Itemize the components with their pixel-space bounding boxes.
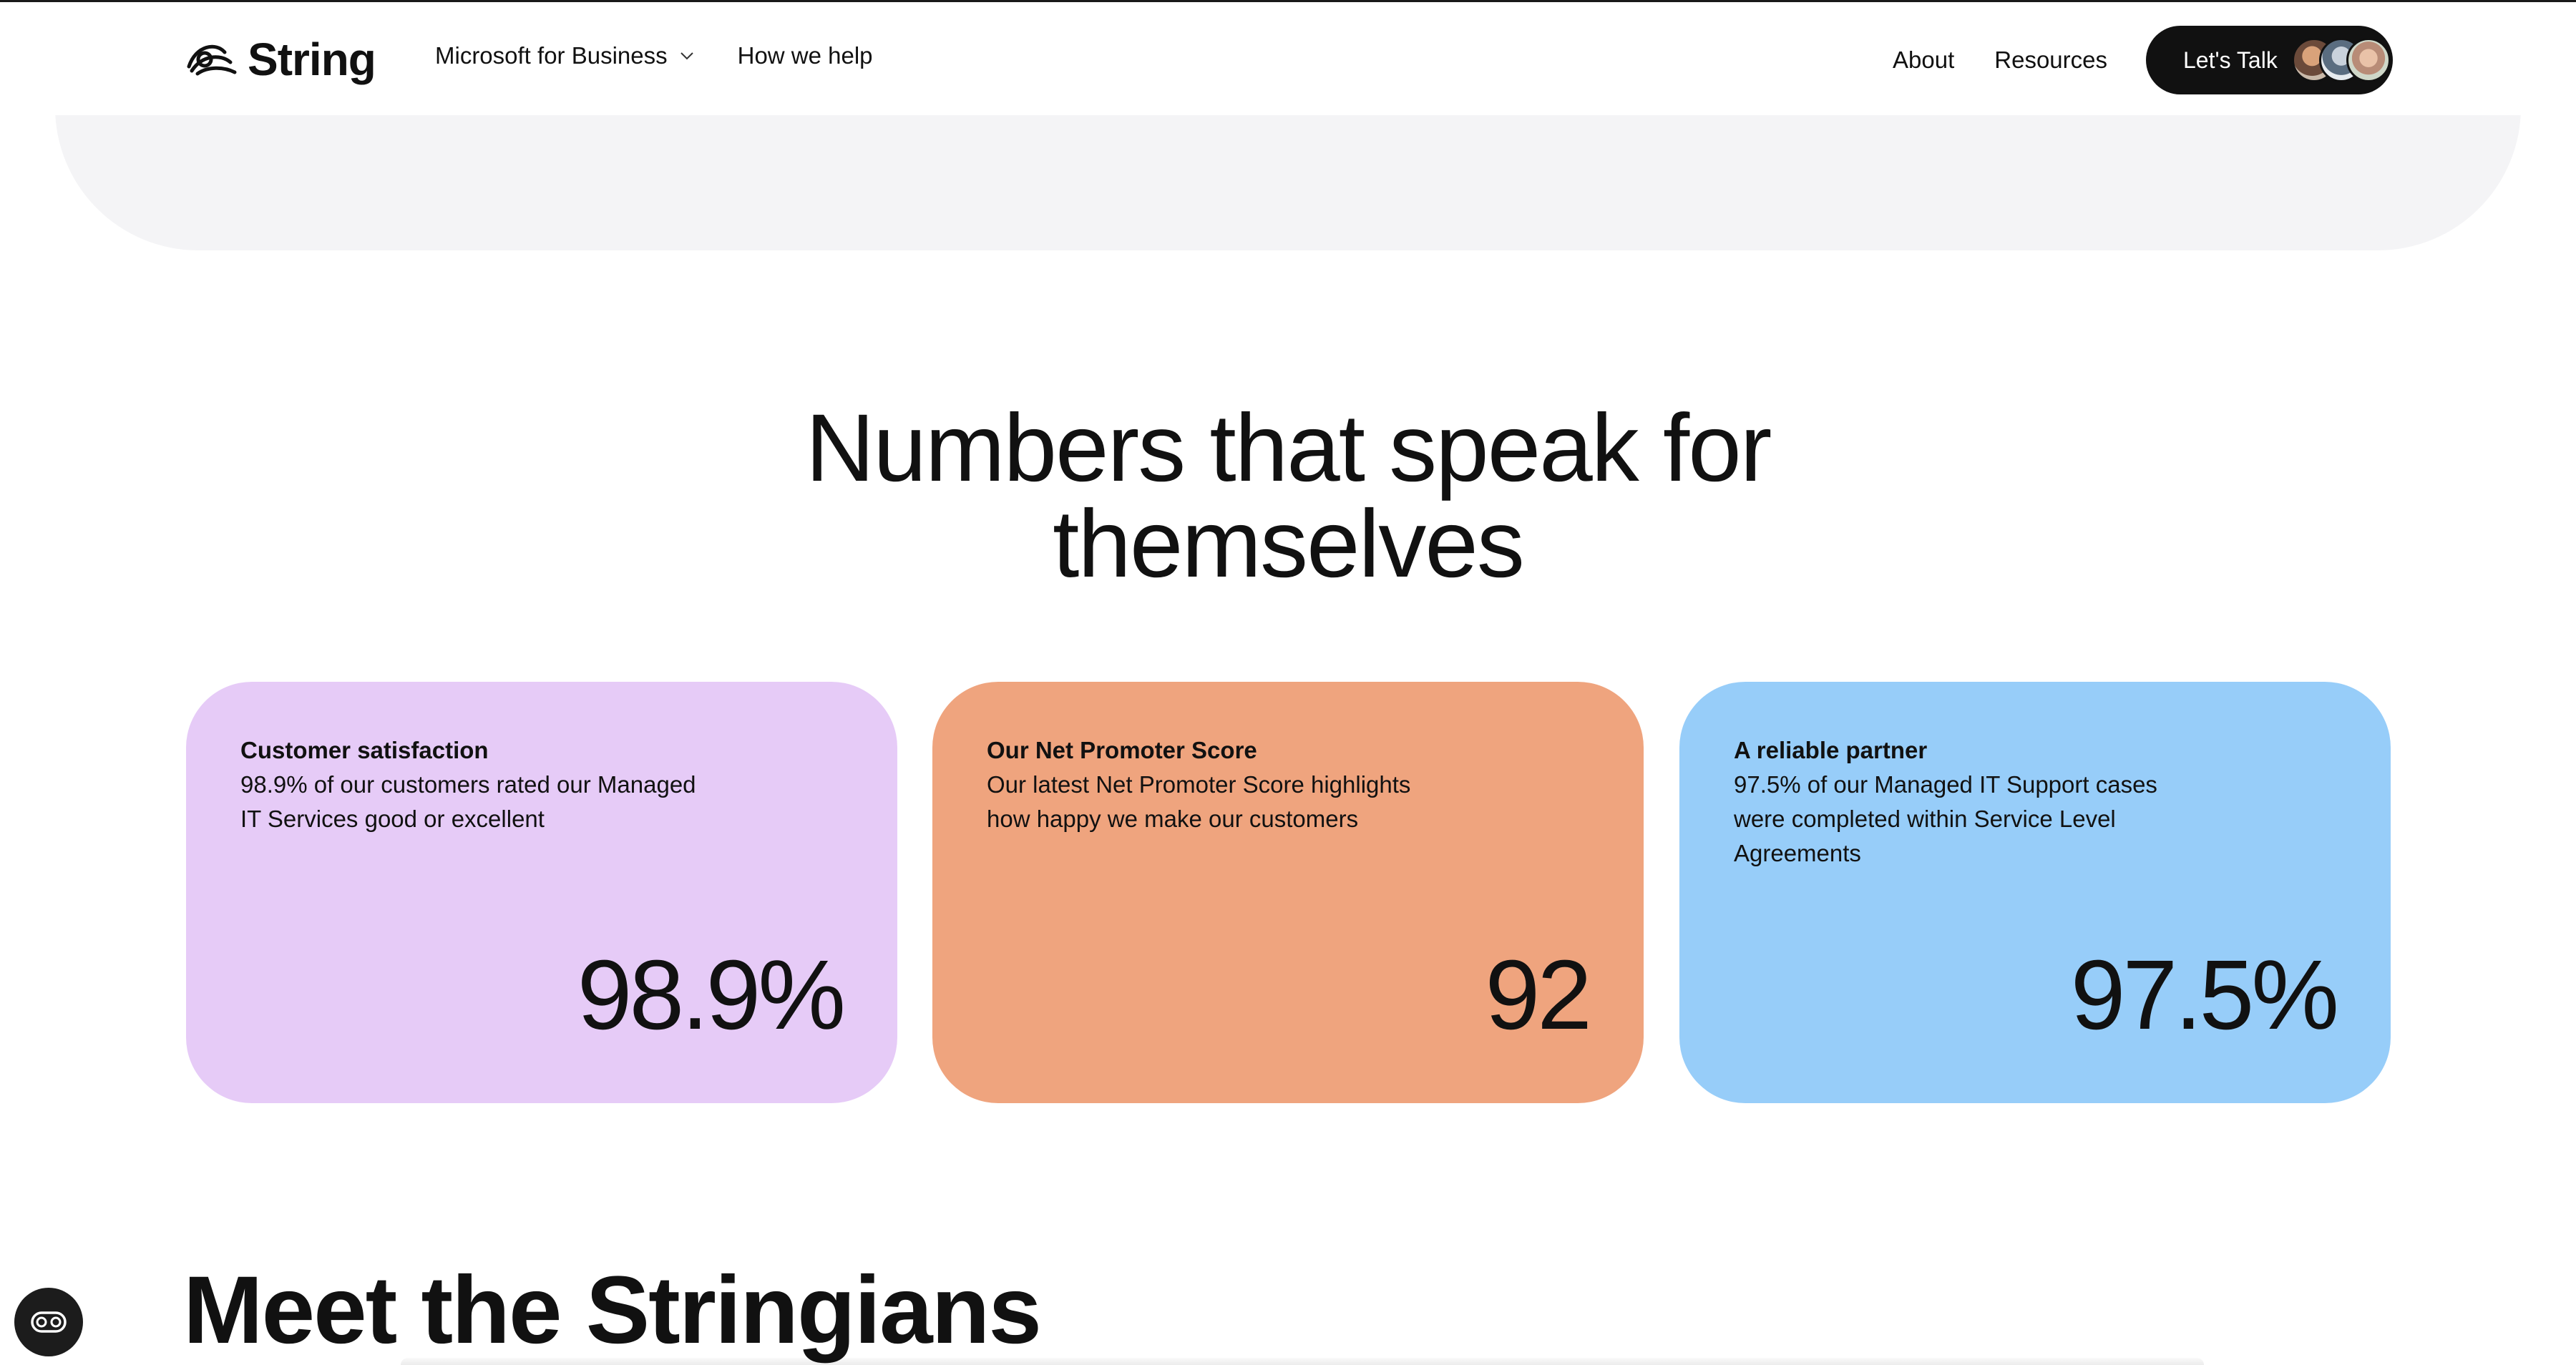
site-header: String Microsoft for Business How we hel… — [0, 2, 2576, 115]
chevron-down-icon — [680, 52, 693, 60]
nav-about[interactable]: About — [1893, 47, 1954, 74]
nav-resources[interactable]: Resources — [1994, 47, 2107, 74]
site-logo[interactable]: String — [183, 34, 376, 85]
nav-microsoft-for-business[interactable]: Microsoft for Business — [435, 42, 696, 69]
stat-card-reliable-partner: A reliable partner 97.5% of our Managed … — [1679, 682, 2391, 1103]
stat-card-value: 98.9% — [577, 940, 846, 1050]
stat-card-net-promoter-score: Our Net Promoter Score Our latest Net Pr… — [932, 682, 1644, 1103]
nav-label: How we help — [737, 42, 873, 69]
cta-label: Let's Talk — [2183, 47, 2278, 73]
stats-section-title: Numbers that speak for themselves — [0, 401, 2576, 592]
stat-card-customer-satisfaction: Customer satisfaction 98.9% of our custo… — [186, 682, 897, 1103]
stat-card-title: A reliable partner — [1734, 737, 1928, 763]
stat-card-value: 92 — [1485, 940, 1592, 1050]
logo-wordmark: String — [248, 34, 376, 85]
stat-card-description: Our latest Net Promoter Score highlights… — [987, 771, 1411, 832]
stat-card-title: Our Net Promoter Score — [987, 737, 1257, 763]
stat-card-description: 98.9% of our customers rated our Managed… — [240, 771, 696, 832]
team-carousel-edge — [401, 1358, 2204, 1365]
title-line-1: Numbers that speak for — [805, 395, 1772, 502]
stat-card-value: 97.5% — [2070, 940, 2339, 1050]
team-section-title: Meet the Stringians — [183, 1257, 1042, 1364]
stat-card-description: 97.5% of our Managed IT Support cases we… — [1734, 771, 2157, 866]
title-line-2: themselves — [1053, 491, 1525, 597]
nav-label: About — [1893, 47, 1955, 73]
page: String Microsoft for Business How we hel… — [0, 0, 2576, 1365]
secondary-nav: About Resources Let's Talk — [1893, 26, 2393, 94]
nav-how-we-help[interactable]: How we help — [738, 42, 873, 69]
nav-label: Microsoft for Business — [435, 42, 668, 69]
avatar — [2346, 38, 2391, 82]
string-logo-icon — [187, 44, 237, 76]
cookie-consent-button[interactable] — [14, 1288, 83, 1356]
primary-nav: Microsoft for Business How we help — [435, 42, 873, 69]
lets-talk-button[interactable]: Let's Talk — [2146, 26, 2393, 94]
team-avatars — [2291, 38, 2391, 82]
cookie-consent-icon — [31, 1311, 67, 1333]
nav-label: Resources — [1994, 47, 2107, 73]
stat-card-title: Customer satisfaction — [240, 737, 489, 763]
